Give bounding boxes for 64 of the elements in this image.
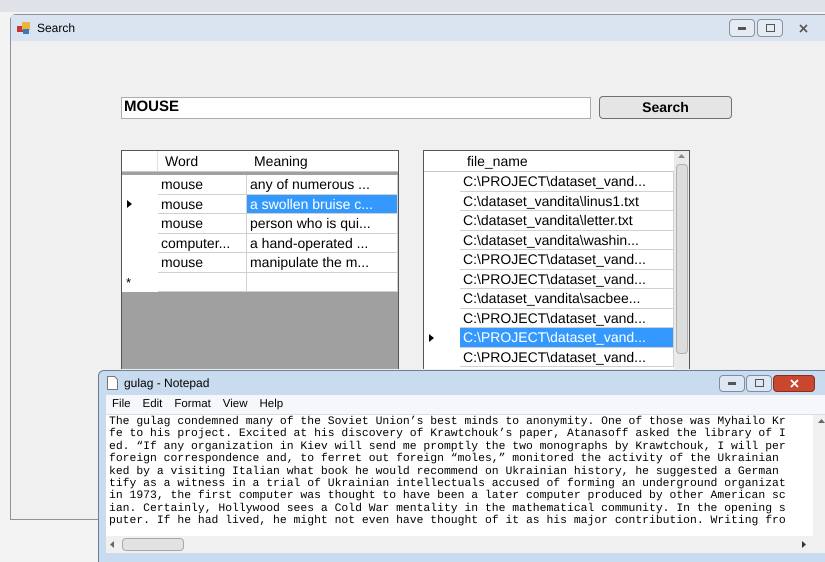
minimize-button[interactable]: [719, 374, 745, 392]
text-line: in 1973, the first computer was thought to have been a later computer produced by other American sc: [109, 490, 786, 502]
scroll-right-icon: [802, 541, 806, 548]
table-cell: C:\PROJECT\dataset_vand...: [460, 328, 674, 348]
scroll-thumb[interactable]: [122, 538, 184, 551]
table-cell: mouse: [158, 175, 247, 194]
scroll-thumb[interactable]: [676, 164, 688, 354]
minimize-icon: [738, 26, 746, 30]
new-row-marker: *: [125, 274, 132, 292]
table-cell: person who is qui...: [247, 214, 398, 234]
text-line: foreign correspondence and, to ferret out foreign “moles,” monitored the activity of the Ukrainian: [109, 453, 779, 466]
document-icon: [107, 376, 118, 390]
table-cell: C:\dataset_vandita\sacbee...: [460, 289, 674, 308]
vertical-scrollbar[interactable]: [813, 415, 825, 536]
text-line: ian. Certainly, Hollywood sees a Cold War mentality in the mathematical community. In the opening s: [109, 502, 786, 515]
column-header[interactable]: Meaning: [247, 151, 398, 171]
table-cell: a swollen bruise c...: [247, 194, 398, 214]
maximize-button[interactable]: [746, 374, 772, 392]
scroll-up-icon: [678, 154, 685, 158]
vertical-scrollbar[interactable]: [674, 151, 689, 369]
menu-item[interactable]: View: [222, 396, 248, 414]
column-header[interactable]: Word: [158, 151, 247, 171]
close-button[interactable]: [773, 374, 815, 392]
minimize-icon: [728, 382, 736, 384]
text-line: The gulag condemned many of the Soviet Union’s best minds to anonymity. One of those was Myhailo Kr: [109, 416, 786, 428]
table-cell: manipulate the m...: [247, 253, 398, 272]
window-title: Search: [37, 20, 76, 37]
restore-icon: [766, 24, 774, 32]
table-cell: C:\dataset_vandita\letter.txt: [460, 211, 674, 230]
search-button[interactable]: Search: [599, 96, 732, 119]
menu-item[interactable]: Format: [174, 396, 211, 414]
app-icon: [17, 22, 31, 34]
horizontal-scrollbar[interactable]: [106, 536, 825, 553]
table-cell: C:\PROJECT\dataset_vand...: [460, 172, 674, 192]
text-line: ked by a visiting Italian what book he would recommend on Ukrainian history, he suggested a German: [109, 466, 779, 478]
scroll-left-icon: [110, 541, 114, 548]
text-line: tify as a witness in a trial of Ukrainian intellectuals accused of forming an underground organizat: [109, 478, 786, 490]
menu-item[interactable]: File: [112, 396, 131, 414]
table-cell: mouse: [158, 194, 247, 214]
table-cell: a hand-operated ...: [247, 234, 398, 253]
restore-icon: [754, 379, 764, 387]
text-line: puter. If he had lived, he might not even have thought of it as his major contribution. Writing fro: [109, 515, 786, 528]
window-title: gulag - Notepad: [124, 375, 210, 392]
menu-item[interactable]: Edit: [142, 396, 162, 414]
scroll-up-icon: [818, 419, 825, 423]
text-line: fe to his project. Excited at his discovery of Krawtchouk’s paper, Atanasoff asked the library of I: [109, 428, 786, 440]
close-icon: [798, 24, 808, 32]
menu-item[interactable]: Help: [260, 396, 284, 414]
table-cell: C:\dataset_vandita\washin...: [460, 230, 674, 250]
table-cell: C:\dataset_vandita\linus1.txt: [460, 192, 674, 211]
minimize-button[interactable]: [729, 19, 755, 37]
table-cell: C:\PROJECT\dataset_vand...: [460, 308, 674, 328]
table-cell: C:\PROJECT\dataset_vand...: [460, 348, 674, 367]
table-cell: computer...: [158, 234, 247, 253]
text-line: ed. “If any organization in Kiev will send me promptly the two monographs by Krawtchouk, I will per: [109, 440, 786, 453]
close-icon: [790, 378, 798, 388]
maximize-button[interactable]: [757, 19, 783, 37]
search-field[interactable]: MOUSE: [121, 96, 591, 118]
table-cell: C:\PROJECT\dataset_vand...: [460, 270, 674, 289]
table-cell: mouse: [158, 214, 247, 234]
table-cell: mouse: [158, 253, 247, 272]
table-cell: any of numerous ...: [247, 175, 398, 194]
column-header[interactable]: file_name: [460, 151, 674, 171]
table-cell: C:\PROJECT\dataset_vand...: [460, 250, 674, 270]
